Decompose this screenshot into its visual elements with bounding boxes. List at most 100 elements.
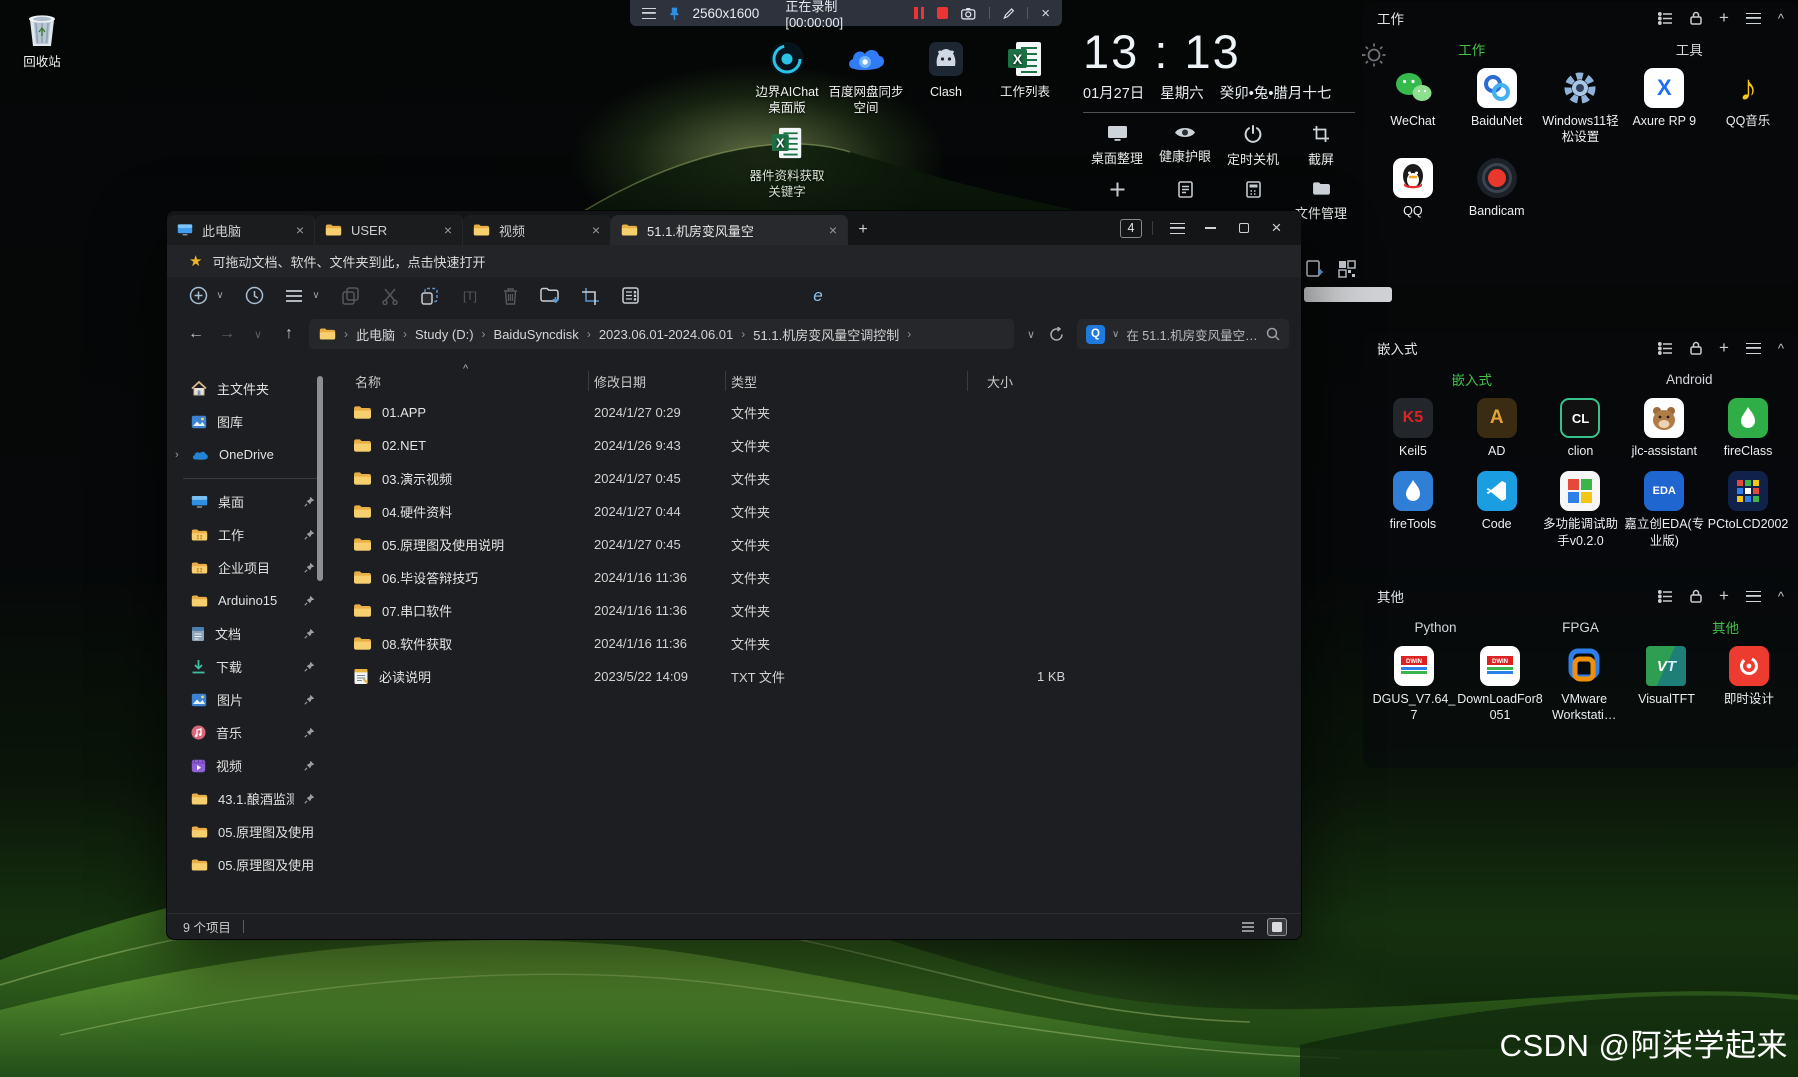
shortcut-device-data[interactable]: X 器件资料获取 关键字: [739, 122, 835, 201]
app-vmware[interactable]: VMware Workstati…: [1543, 646, 1625, 724]
column-size[interactable]: 大小: [967, 372, 1117, 391]
quick-drop-bar[interactable]: ★ 可拖动文档、软件、文件夹到此，点击快速打开: [167, 245, 1301, 277]
add-icon[interactable]: +: [1719, 586, 1729, 606]
add-icon[interactable]: +: [1719, 8, 1729, 28]
sidebar-item-pictures[interactable]: 图片: [167, 683, 331, 716]
panel-menu-icon[interactable]: [1745, 342, 1761, 354]
collapse-icon[interactable]: ^: [1778, 11, 1784, 26]
column-name[interactable]: ^ 名称: [331, 363, 588, 391]
close-window-button[interactable]: ×: [1260, 213, 1293, 243]
file-row[interactable]: 03.演示视频 2024/1/27 0:45 文件夹: [331, 462, 1301, 495]
search-box[interactable]: Q ∨ 在 51.1.机房变风量空…: [1077, 319, 1289, 349]
app-downloadfor8051[interactable]: DWIN DownLoadFor8051: [1457, 646, 1543, 724]
app-axure[interactable]: X Axure RP 9: [1622, 68, 1706, 146]
file-row[interactable]: 04.硬件资料 2024/1/27 0:44 文件夹: [331, 495, 1301, 528]
new-item-icon[interactable]: [185, 283, 211, 309]
stop-button[interactable]: [937, 7, 949, 19]
sidebar-item-arduino15[interactable]: Arduino15: [167, 584, 331, 617]
new-tab-button[interactable]: +: [848, 215, 878, 245]
tab-user[interactable]: USER ×: [315, 215, 463, 245]
cut-icon[interactable]: [377, 283, 403, 309]
list-icon[interactable]: [1657, 11, 1673, 25]
tab-this-pc[interactable]: 此电脑 ×: [167, 215, 315, 245]
expander-icon[interactable]: ›: [175, 449, 179, 461]
panel-tab[interactable]: 工具: [1581, 39, 1798, 59]
view-options-icon[interactable]: [617, 283, 643, 309]
panel-menu-icon[interactable]: [1745, 12, 1761, 24]
lock-icon[interactable]: [1690, 589, 1702, 603]
app-altium[interactable]: A AD: [1455, 398, 1539, 459]
add-icon[interactable]: +: [1719, 338, 1729, 358]
close-tab-icon[interactable]: ×: [829, 223, 837, 237]
recent-locations-icon[interactable]: ∨: [247, 328, 269, 341]
new-folder-icon[interactable]: [537, 283, 563, 309]
pencil-draw-icon[interactable]: [1002, 7, 1015, 20]
panel-tab[interactable]: 工作: [1363, 39, 1581, 59]
sidebar-item-43-1[interactable]: 43.1.酿酒监测: [167, 782, 331, 815]
app-fireclass[interactable]: fireClass: [1706, 398, 1790, 459]
sidebar-item-home[interactable]: 主文件夹: [167, 372, 331, 405]
large-icons-view-icon[interactable]: [1267, 917, 1287, 936]
app-clion[interactable]: CL clion: [1539, 398, 1623, 459]
chevron-down-icon[interactable]: ∨: [213, 283, 227, 309]
tab-active-51-folder[interactable]: 51.1.机房变风量空 ×: [611, 215, 848, 245]
sidebar-item-onedrive[interactable]: › OneDrive: [167, 438, 331, 471]
app-jlc-assistant[interactable]: jlc-assistant: [1622, 398, 1706, 459]
select-icon[interactable]: [577, 283, 603, 309]
address-dropdown-icon[interactable]: ∨: [1027, 328, 1035, 341]
refresh-icon[interactable]: [1049, 326, 1064, 342]
breadcrumb-baidusyncdisk[interactable]: BaiduSyncdisk: [494, 327, 579, 342]
file-row[interactable]: 必读说明 2023/5/22 14:09 TXT 文件 1 KB: [331, 660, 1301, 693]
back-icon[interactable]: ←: [185, 325, 207, 343]
breadcrumb-drive[interactable]: Study (D:): [415, 327, 474, 342]
widget-quick-bar[interactable]: [1304, 287, 1392, 302]
sidebar-item-desktop[interactable]: 桌面: [167, 485, 331, 518]
widget-qr-icon[interactable]: [1338, 260, 1356, 278]
app-dgus[interactable]: DWIN DGUS_V7.64_7: [1371, 646, 1457, 724]
lock-icon[interactable]: [1690, 341, 1702, 355]
app-bandicam[interactable]: Bandicam: [1455, 157, 1539, 219]
panel-tab[interactable]: FPGA: [1508, 620, 1653, 635]
forward-icon[interactable]: →: [216, 325, 238, 343]
file-row[interactable]: 07.串口软件 2024/1/16 11:36 文件夹: [331, 594, 1301, 627]
column-date[interactable]: 修改日期: [588, 372, 725, 391]
pause-button[interactable]: [914, 7, 925, 19]
sidebar-item-05-schematic-1[interactable]: 05.原理图及使用: [167, 815, 331, 848]
rename-icon[interactable]: [T]: [457, 283, 483, 309]
panel-tab[interactable]: Android: [1581, 372, 1798, 387]
sidebar-item-work[interactable]: 工作: [167, 518, 331, 551]
close-tab-icon[interactable]: ×: [592, 223, 600, 237]
action-screenshot[interactable]: 截屏: [1287, 125, 1355, 168]
sidebar-item-documents[interactable]: 文档: [167, 617, 331, 650]
minimize-button[interactable]: [1194, 213, 1227, 243]
column-divider[interactable]: [588, 371, 589, 391]
list-icon[interactable]: [1657, 341, 1673, 355]
column-divider[interactable]: [967, 371, 968, 391]
sidebar-scrollbar[interactable]: [317, 376, 323, 581]
column-type[interactable]: 类型: [725, 372, 967, 391]
app-multi-debug[interactable]: 多功能调试助手v0.2.0: [1539, 471, 1623, 549]
search-dropdown-icon[interactable]: ∨: [1112, 329, 1119, 340]
close-tab-icon[interactable]: ×: [296, 223, 304, 237]
file-row[interactable]: 02.NET 2024/1/26 9:43 文件夹: [331, 429, 1301, 462]
up-icon[interactable]: ↑: [278, 325, 300, 343]
panel-tab[interactable]: Python: [1363, 620, 1508, 635]
app-jishi-design[interactable]: 即时设计: [1708, 646, 1790, 724]
close-recorder-icon[interactable]: ×: [1041, 6, 1050, 21]
recycle-bin-shortcut[interactable]: 回收站: [0, 8, 90, 70]
sidebar-item-05-schematic-2[interactable]: 05.原理图及使用: [167, 848, 331, 881]
history-icon[interactable]: [241, 283, 267, 309]
window-menu-icon[interactable]: [1161, 213, 1194, 243]
search-engine-icon[interactable]: Q: [1086, 324, 1105, 344]
sidebar-item-videos[interactable]: 视频: [167, 749, 331, 782]
delete-icon[interactable]: [497, 283, 523, 309]
shortcut-worklist[interactable]: X 工作列表: [977, 38, 1073, 100]
screenshot-camera-icon[interactable]: [961, 7, 976, 20]
search-input[interactable]: 在 51.1.机房变风量空…: [1126, 325, 1259, 344]
app-vscode[interactable]: Code: [1455, 471, 1539, 549]
search-icon[interactable]: [1266, 327, 1280, 341]
list-icon[interactable]: [1657, 589, 1673, 603]
sidebar-item-music[interactable]: 音乐: [167, 716, 331, 749]
app-firetools[interactable]: fireTools: [1371, 471, 1455, 549]
panel-menu-icon[interactable]: [1745, 590, 1761, 602]
